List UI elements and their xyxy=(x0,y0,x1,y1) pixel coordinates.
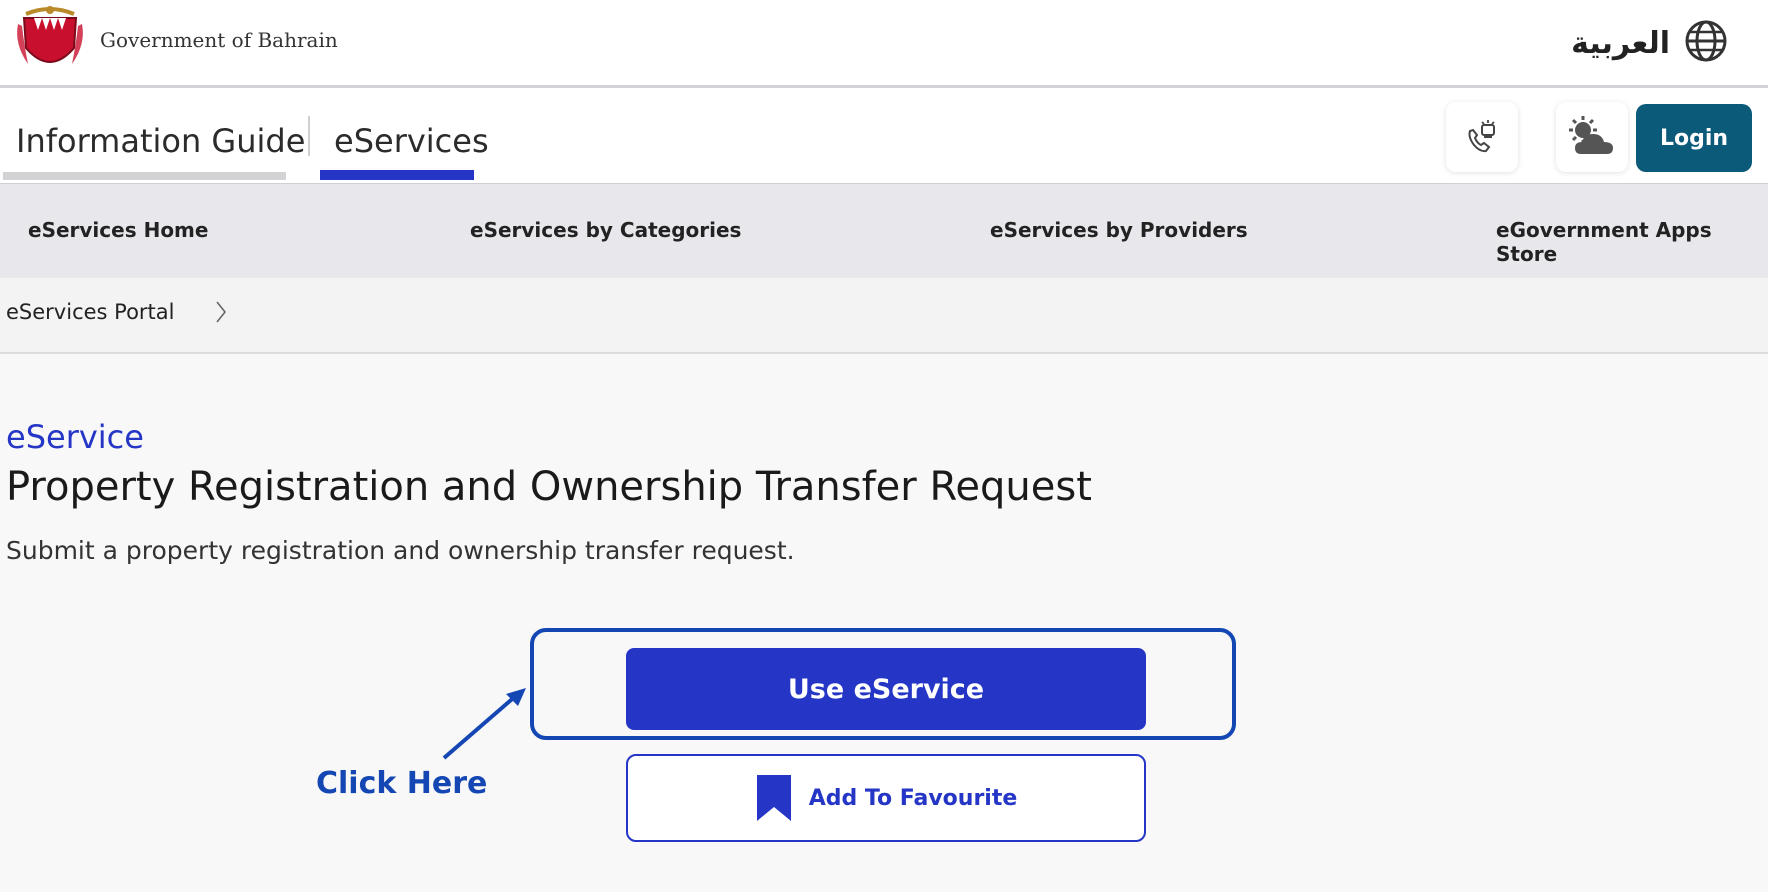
annotation-arrow-icon xyxy=(442,688,526,760)
weather-icon xyxy=(1569,116,1613,154)
chevron-right-icon xyxy=(216,301,227,323)
emergency-phone-icon xyxy=(1468,120,1495,153)
globe-icon xyxy=(1684,19,1728,67)
tab-underline-inactive xyxy=(3,172,286,180)
tab-underline-active xyxy=(320,170,474,180)
service-kicker: eService xyxy=(6,418,144,456)
breadcrumb-item-eservices-portal[interactable]: eServices Portal xyxy=(6,300,174,324)
sub-nav: eServices Home eServices by Categories e… xyxy=(0,184,1768,278)
language-switch[interactable]: العربية xyxy=(1571,20,1728,66)
language-label[interactable]: العربية xyxy=(1571,26,1670,61)
tab-eservices[interactable]: eServices xyxy=(334,122,489,160)
page-title: Property Registration and Ownership Tran… xyxy=(6,464,1092,510)
login-button[interactable]: Login xyxy=(1636,104,1752,172)
tab-divider xyxy=(308,116,310,156)
service-description: Submit a property registration and owner… xyxy=(6,536,795,565)
bahrain-emblem-icon[interactable] xyxy=(14,4,86,78)
subnav-item-eservices-home[interactable]: eServices Home xyxy=(28,218,208,242)
bookmark-icon xyxy=(756,775,791,821)
subnav-item-by-providers[interactable]: eServices by Providers xyxy=(990,218,1248,242)
top-bar: Government of Bahrain العربية xyxy=(0,0,1768,88)
tab-information-guide[interactable]: Information Guide xyxy=(16,122,305,160)
subnav-item-by-categories[interactable]: eServices by Categories xyxy=(470,218,741,242)
breadcrumb: eServices Portal xyxy=(0,278,1768,354)
subnav-item-apps-store[interactable]: eGovernment Apps Store xyxy=(1496,218,1768,266)
add-to-favourite-label: Add To Favourite xyxy=(808,785,1018,811)
add-to-favourite-button[interactable]: Add To Favourite xyxy=(626,754,1146,842)
weather-button[interactable] xyxy=(1556,102,1628,172)
government-name: Government of Bahrain xyxy=(100,28,338,52)
use-eservice-button[interactable]: Use eService xyxy=(626,648,1146,730)
main-nav: Information Guide eServices Login xyxy=(0,88,1768,184)
emergency-phone-button[interactable] xyxy=(1446,102,1518,172)
